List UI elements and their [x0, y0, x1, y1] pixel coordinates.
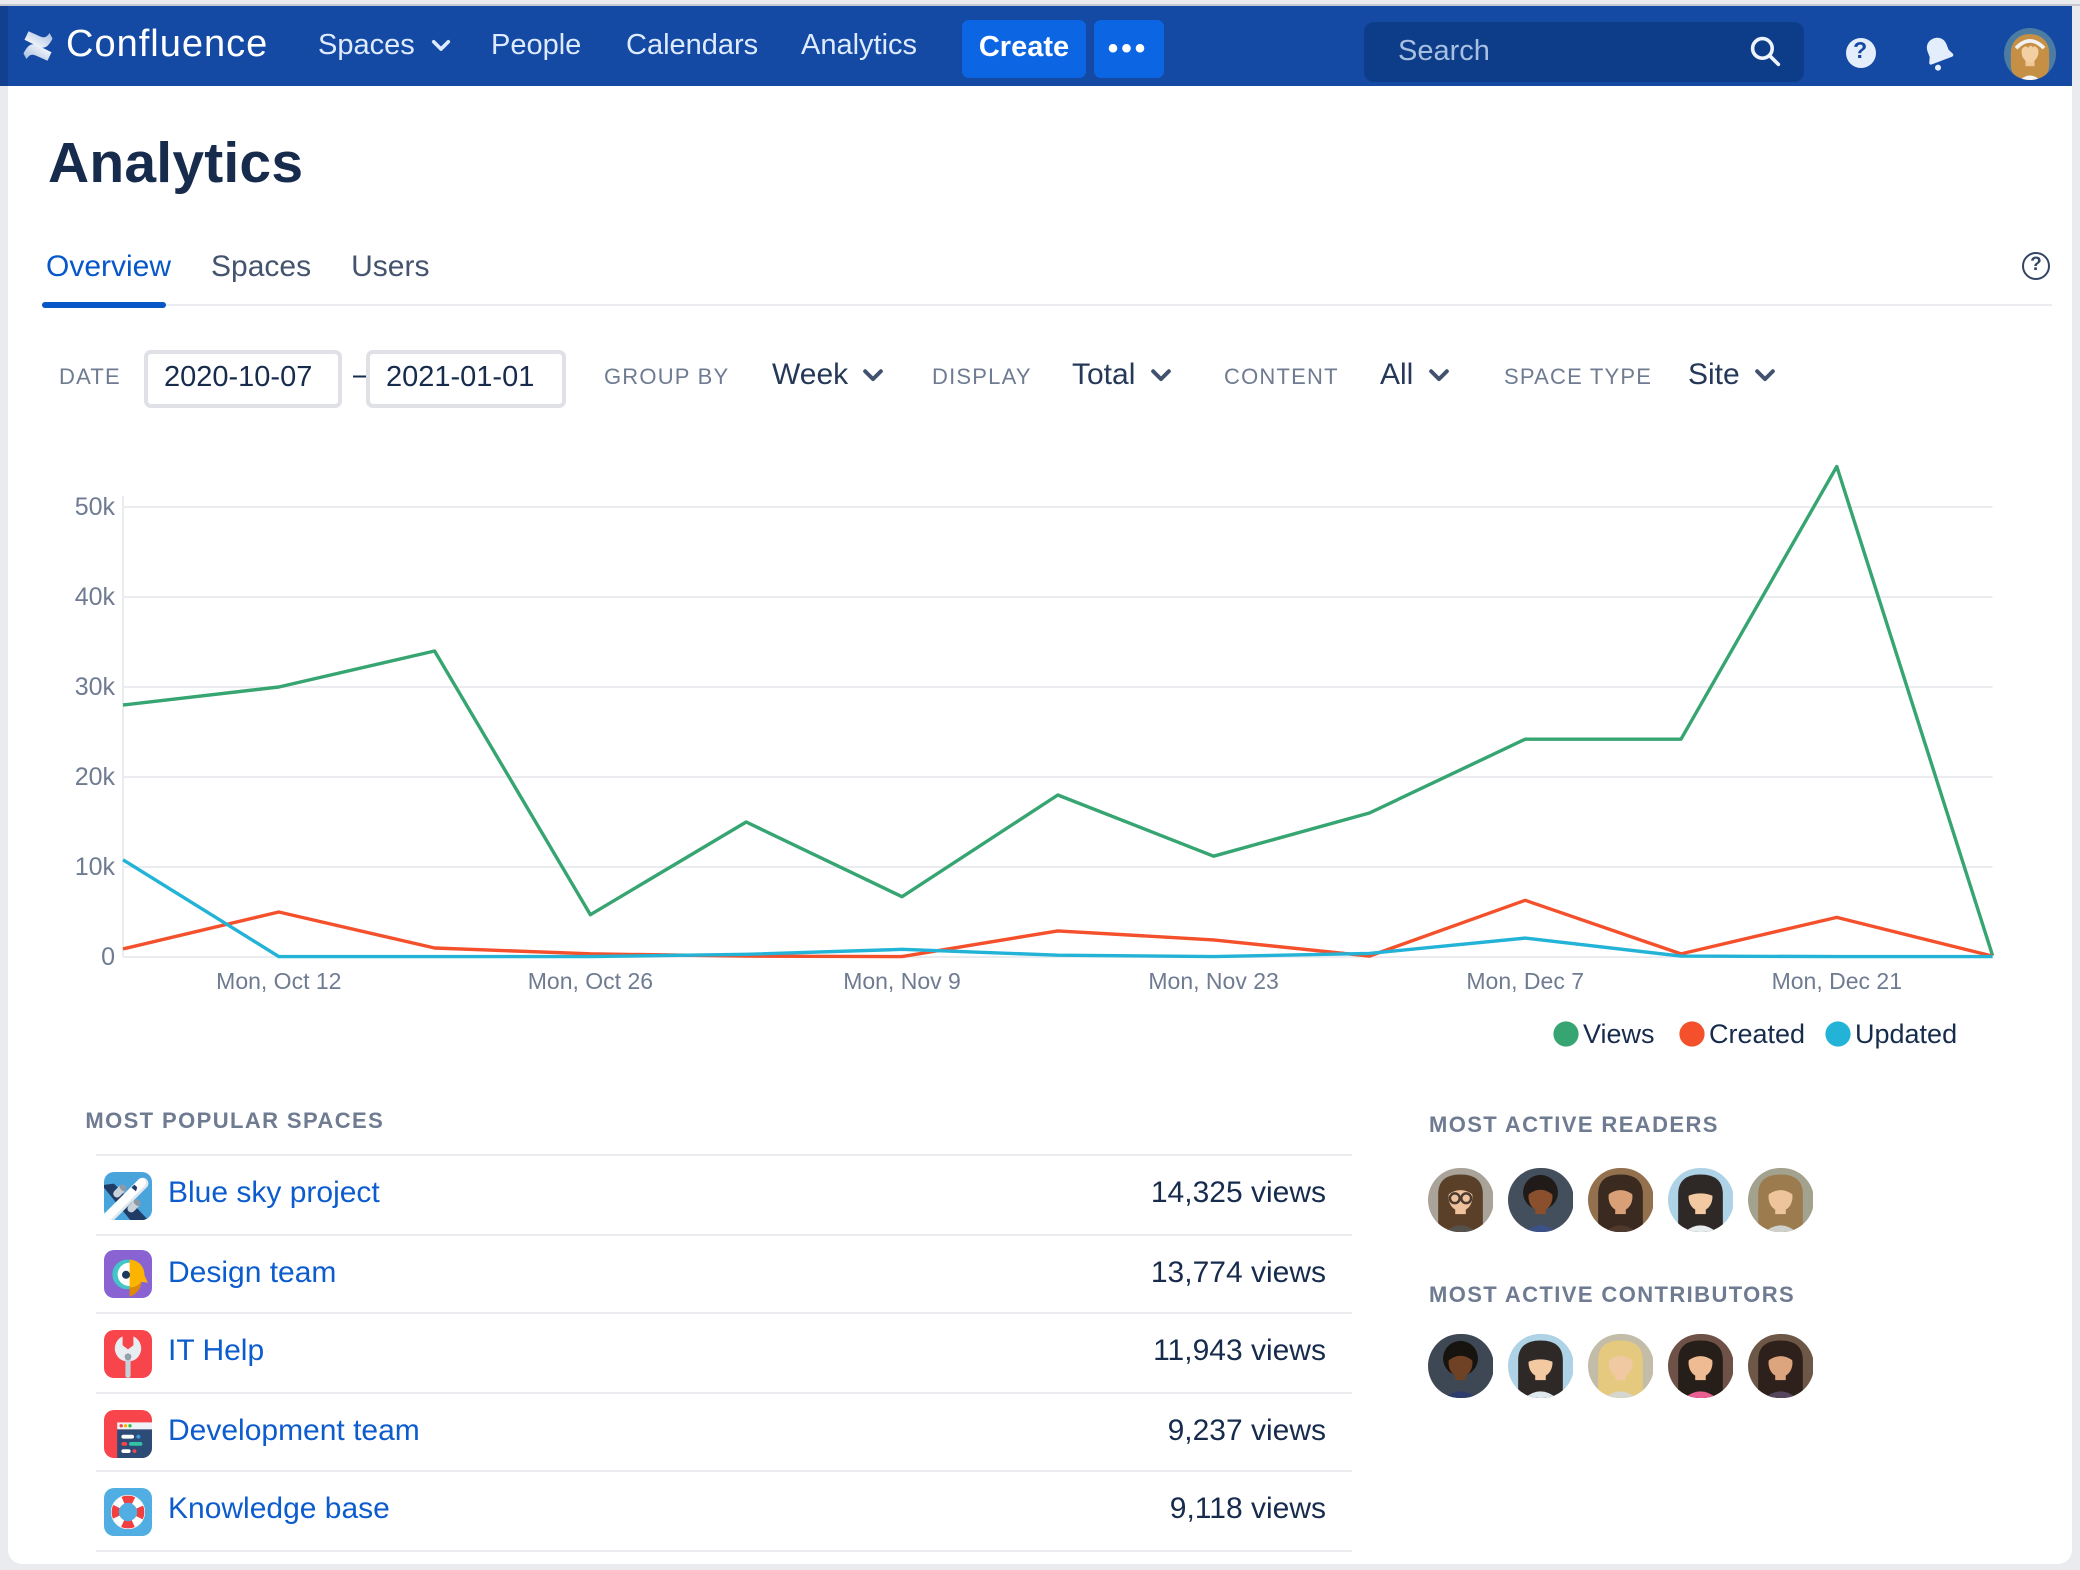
svg-text:50k: 50k	[75, 493, 116, 521]
svg-text:Mon, Dec 7: Mon, Dec 7	[1466, 968, 1584, 994]
svg-text:30k: 30k	[75, 673, 116, 701]
svg-text:Views: Views	[1583, 1019, 1655, 1049]
svg-text:0: 0	[101, 943, 115, 971]
svg-text:Mon, Oct 12: Mon, Oct 12	[216, 968, 341, 994]
svg-text:Mon, Nov 9: Mon, Nov 9	[843, 968, 961, 994]
svg-text:Mon, Nov 23: Mon, Nov 23	[1148, 968, 1278, 994]
svg-text:20k: 20k	[75, 763, 116, 791]
svg-text:Updated: Updated	[1855, 1019, 1957, 1049]
svg-text:Mon, Oct 26: Mon, Oct 26	[528, 968, 653, 994]
svg-text:Created: Created	[1709, 1019, 1805, 1049]
svg-text:Mon, Dec 21: Mon, Dec 21	[1772, 968, 1902, 994]
svg-text:10k: 10k	[75, 853, 116, 881]
svg-text:40k: 40k	[75, 583, 116, 611]
